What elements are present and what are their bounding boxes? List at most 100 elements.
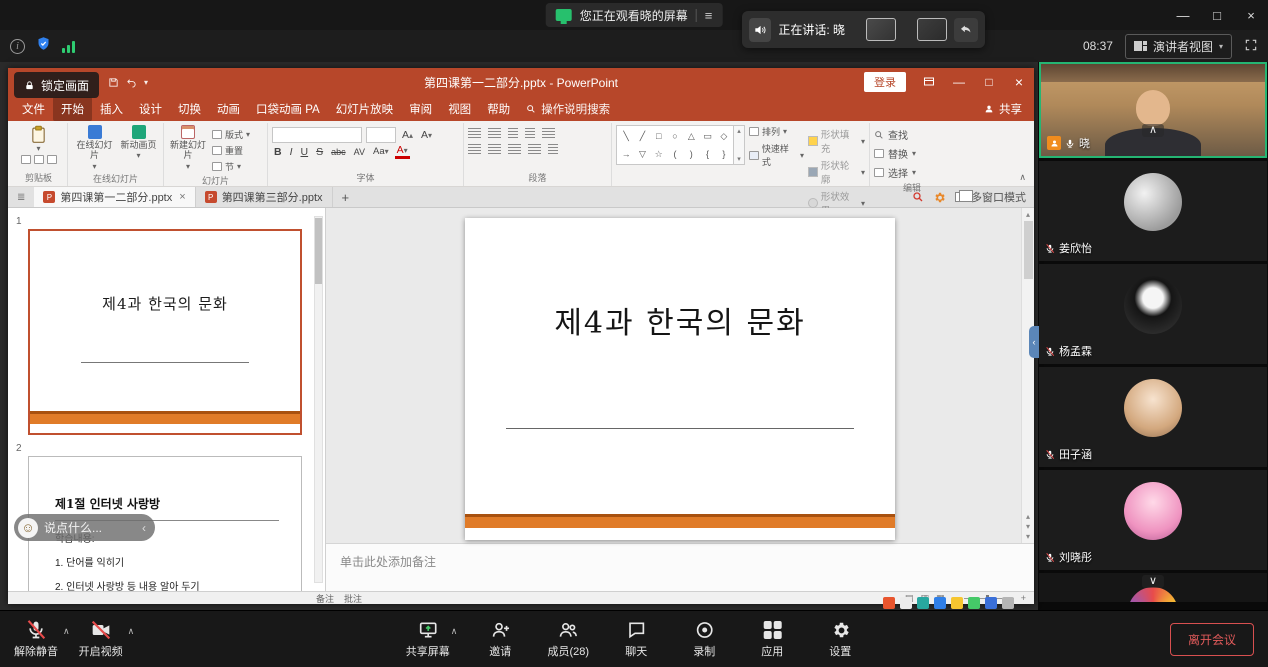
menu-insert[interactable]: 插入 xyxy=(92,97,131,121)
close-button[interactable]: × xyxy=(1234,0,1268,30)
slide-thumbnail-1[interactable]: 제4과 한국의 문화 xyxy=(28,229,302,435)
taskbar-icon[interactable] xyxy=(985,597,997,609)
menu-animations[interactable]: 动画 xyxy=(209,97,248,121)
start-video-button[interactable]: 开启视频 xyxy=(75,619,127,659)
save-icon[interactable] xyxy=(108,77,119,88)
collapse-ribbon-icon[interactable]: ∧ xyxy=(1019,172,1026,183)
menu-home[interactable]: 开始 xyxy=(53,97,92,121)
slide-title[interactable]: 제4과 한국의 문화 xyxy=(465,298,895,342)
emoji-icon[interactable]: ☺ xyxy=(18,518,38,538)
menu-slideshow[interactable]: 幻灯片放映 xyxy=(328,97,402,121)
members-button[interactable]: 成员(28) xyxy=(542,619,594,659)
thumbnail-scrollbar[interactable] xyxy=(314,216,323,583)
replace-button[interactable]: 替换▾ xyxy=(874,146,916,161)
copy-icon[interactable] xyxy=(34,155,44,164)
taskbar-icon[interactable] xyxy=(934,597,946,609)
new-animation-page-button[interactable]: 新动画页 ▾ xyxy=(120,125,158,161)
participant-tile-partial[interactable]: ∨ xyxy=(1039,573,1267,602)
menu-help[interactable]: 帮助 xyxy=(479,97,518,121)
arrange-button[interactable]: 排列▾ xyxy=(749,125,804,138)
view-mode-button[interactable]: 演讲者视图 ▾ xyxy=(1125,34,1232,59)
select-button[interactable]: 选择▾ xyxy=(874,165,916,180)
online-slides-button[interactable]: 在线幻灯片 ▾ xyxy=(74,125,116,171)
next-slide-icon[interactable]: ▾ xyxy=(1026,522,1030,531)
clear-format-button[interactable]: abc xyxy=(329,147,348,157)
align-left-icon[interactable] xyxy=(468,144,481,154)
tell-me-search[interactable]: 操作说明搜索 xyxy=(526,101,610,117)
menu-review[interactable]: 审阅 xyxy=(401,97,440,121)
scroll-down-chevron[interactable]: ∨ xyxy=(1142,575,1164,588)
paste-button[interactable]: ▾ xyxy=(30,125,47,153)
leave-meeting-button[interactable]: 离开会议 xyxy=(1170,623,1254,656)
reply-arrow-icon[interactable] xyxy=(954,18,978,42)
previous-slide-icon[interactable]: ▴ xyxy=(1026,512,1030,521)
grow-font-button[interactable]: A▴ xyxy=(400,129,415,141)
find-button[interactable]: 查找 xyxy=(874,127,916,142)
line-spacing-icon[interactable] xyxy=(542,128,555,138)
shape-fill-button[interactable]: 形状填充▾ xyxy=(808,127,865,155)
comments-toggle[interactable]: 批注 xyxy=(344,592,362,605)
slide-canvas[interactable]: 제4과 한국의 문화 ▴ ▴ ▾ ▾ xyxy=(326,208,1034,543)
section-button[interactable]: 节▾ xyxy=(212,160,250,173)
char-spacing-button[interactable]: AV xyxy=(352,147,367,157)
mic-options-chevron[interactable]: ∧ xyxy=(63,626,70,637)
hamburger-icon[interactable]: ≡ xyxy=(705,8,713,23)
taskbar-icon[interactable] xyxy=(883,597,895,609)
shield-icon[interactable] xyxy=(36,36,51,56)
taskbar-icon[interactable] xyxy=(917,597,929,609)
doc-tab-active[interactable]: P 第四课第一二部分.pptx × xyxy=(34,187,195,207)
scrollbar-thumb[interactable] xyxy=(1024,221,1033,279)
italic-button[interactable]: I xyxy=(288,146,295,158)
zoom-in-icon[interactable]: + xyxy=(1021,593,1026,603)
font-color-button[interactable]: A▾ xyxy=(395,145,410,159)
scroll-down-icon[interactable]: ▾ xyxy=(1026,532,1030,541)
video-options-chevron[interactable]: ∧ xyxy=(128,626,135,637)
invite-button[interactable]: 邀请 xyxy=(474,619,526,659)
undo-icon[interactable] xyxy=(126,77,137,88)
taskbar-icon[interactable] xyxy=(900,597,912,609)
layout-button[interactable]: 版式▾ xyxy=(212,128,250,141)
shrink-font-button[interactable]: A▾ xyxy=(419,129,434,141)
share-screen-button[interactable]: 共享屏幕 xyxy=(402,619,454,659)
scroll-up-icon[interactable]: ▴ xyxy=(1026,210,1030,219)
panel-collapse-handle[interactable]: ‹ xyxy=(1029,326,1039,358)
gallery-scrollbar[interactable]: ▴▾ xyxy=(734,125,745,165)
ppt-minimize-button[interactable]: — xyxy=(944,68,974,96)
menu-transitions[interactable]: 切换 xyxy=(170,97,209,121)
participant-tile[interactable]: 姜欣怡 xyxy=(1039,161,1267,261)
taskbar-icon[interactable] xyxy=(951,597,963,609)
multi-window-mode-button[interactable]: 多窗口模式 xyxy=(955,189,1026,205)
participant-tile[interactable]: 田子涵 xyxy=(1039,367,1267,467)
strikethrough-button[interactable]: S xyxy=(314,146,325,158)
menu-pocket-animation[interactable]: 口袋动画 PA xyxy=(248,97,328,121)
numbering-icon[interactable] xyxy=(488,128,501,138)
doc-tab[interactable]: P 第四课第三部分.pptx xyxy=(196,187,333,207)
menu-design[interactable]: 设计 xyxy=(131,97,170,121)
align-right-icon[interactable] xyxy=(508,144,521,154)
share-options-chevron[interactable]: ∧ xyxy=(451,626,458,637)
collapse-chat-icon[interactable]: ‹ xyxy=(142,521,146,535)
maximize-button[interactable]: □ xyxy=(1200,0,1234,30)
menu-view[interactable]: 视图 xyxy=(440,97,479,121)
ppt-close-button[interactable]: × xyxy=(1004,68,1034,96)
change-case-button[interactable]: Aa▾ xyxy=(371,146,391,157)
columns-icon[interactable] xyxy=(548,144,558,154)
font-name-select[interactable] xyxy=(272,127,362,143)
lock-screen-button[interactable]: 锁定画面 xyxy=(14,72,99,98)
collapse-panel-chevron[interactable]: ∧ xyxy=(1142,124,1164,137)
bold-button[interactable]: B xyxy=(272,146,284,158)
quick-styles-button[interactable]: 快速样式▾ xyxy=(749,142,804,168)
align-center-icon[interactable] xyxy=(488,144,501,154)
apps-button[interactable]: 应用 xyxy=(746,619,798,659)
participant-tile[interactable]: 刘晓彤 xyxy=(1039,470,1267,570)
ribbon-options-icon[interactable] xyxy=(914,68,944,96)
participant-tile-video[interactable]: ∧ 晓 xyxy=(1039,62,1267,158)
fullscreen-icon[interactable] xyxy=(1244,38,1258,55)
shape-outline-button[interactable]: 形状轮廓▾ xyxy=(808,158,865,186)
chevron-down-icon[interactable]: ▾ xyxy=(144,78,148,87)
new-slide-button[interactable]: 新建幻灯片 ▾ xyxy=(168,125,208,171)
menu-file[interactable]: 文件 xyxy=(14,97,53,121)
tab-close-icon[interactable]: × xyxy=(179,191,185,203)
notes-pane[interactable]: 单击此处添加备注 xyxy=(326,543,1034,591)
scrollbar-thumb[interactable] xyxy=(315,218,322,284)
